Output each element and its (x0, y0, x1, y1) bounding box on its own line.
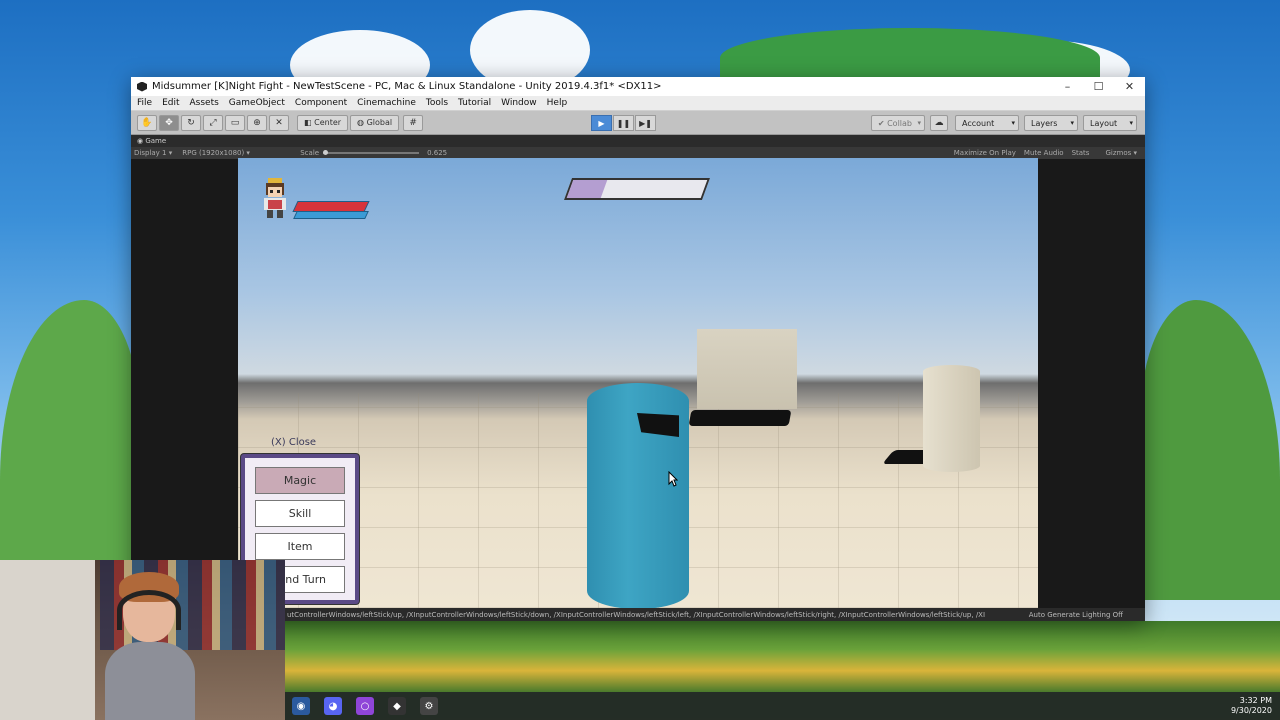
game-view-icon: ◉ (137, 137, 146, 145)
mute-audio-toggle[interactable]: Mute Audio (1024, 149, 1064, 157)
resolution-dropdown[interactable]: RPG (1920x1080) ▾ (182, 149, 290, 157)
menu-bar: File Edit Assets GameObject Component Ci… (131, 96, 1145, 111)
menu-tools[interactable]: Tools (426, 98, 448, 108)
stats-toggle[interactable]: Stats (1072, 149, 1090, 157)
maximize-button[interactable]: ☐ (1083, 80, 1114, 93)
poster (0, 560, 95, 720)
scale-slider-handle[interactable] (323, 150, 329, 155)
scale-tool-icon[interactable]: ⤢ (203, 114, 223, 131)
rect-tool-icon[interactable]: ▭ (225, 114, 245, 131)
collab-dropdown[interactable]: ✔ Collab (870, 115, 925, 131)
streamer-body (105, 642, 195, 720)
custom-tool-icon[interactable]: ✕ (269, 114, 289, 131)
gizmos-label: Gizmos (1105, 149, 1132, 157)
pivot-label: Center (314, 118, 342, 127)
mouse-cursor-icon (668, 471, 678, 487)
unity-logo-icon (137, 81, 147, 92)
pause-button[interactable]: ❚❚ (613, 115, 634, 131)
console-message[interactable]: utControllerWindows/leftStick/up, /XInpu… (287, 611, 985, 619)
menu-file[interactable]: File (137, 98, 152, 108)
hill (0, 300, 140, 600)
menu-gameobject[interactable]: GameObject (229, 98, 285, 108)
game-viewport[interactable]: (X) Close Magic Skill Item nd Turn (238, 158, 1038, 608)
check-icon: ✔ (877, 118, 888, 128)
layout-dropdown[interactable]: Layout (1083, 115, 1137, 131)
menu-cinemachine[interactable]: Cinemachine (357, 98, 416, 108)
collab-label: Collab (887, 118, 912, 128)
pivot-icon: ◧ (304, 118, 315, 127)
window-titlebar: Midsummer [K]Night Fight - NewTestScene … (131, 77, 1145, 96)
clock-time: 3:32 PM (1239, 696, 1272, 705)
close-button[interactable]: ✕ (1114, 80, 1145, 93)
taskbar: ◉ ◕ ○ ◆ ⚙ 3:32 PM 9/30/2020 (285, 692, 1280, 720)
scale-label: Scale (300, 149, 320, 157)
minimize-button[interactable]: – (1052, 80, 1083, 93)
knight-avatar-icon (264, 178, 286, 218)
unity-editor-window: Midsummer [K]Night Fight - NewTestScene … (131, 77, 1145, 621)
space-label: Global (366, 118, 393, 127)
webcam-overlay (0, 560, 285, 720)
hand-tool-icon[interactable]: ✋ (137, 114, 157, 131)
scale-slider[interactable] (323, 150, 420, 155)
item-command-button[interactable]: Item (255, 533, 345, 560)
cube-object (697, 329, 797, 409)
maximize-on-play-toggle[interactable]: Maximize On Play (954, 149, 1016, 157)
account-dropdown[interactable]: Account (955, 115, 1019, 131)
jungle-foliage (285, 621, 1280, 692)
rotate-tool-icon[interactable]: ↻ (181, 114, 201, 131)
menu-window[interactable]: Window (501, 98, 537, 108)
display-dropdown[interactable]: Display 1 ▾ (134, 149, 172, 157)
hill (1140, 300, 1280, 600)
resolution-label: RPG (1920x1080) (182, 149, 245, 157)
layers-dropdown[interactable]: Layers (1024, 115, 1078, 131)
menu-assets[interactable]: Assets (190, 98, 219, 108)
window-title: Midsummer [K]Night Fight - NewTestScene … (152, 81, 662, 92)
clock-date: 9/30/2020 (1230, 706, 1272, 715)
lighting-status: Auto Generate Lighting Off (1028, 610, 1123, 619)
play-button[interactable]: ▶ (591, 115, 612, 131)
global-space-toggle[interactable]: ◍ Global (350, 114, 400, 131)
streamer (105, 572, 195, 720)
scale-value: 0.625 (427, 149, 448, 157)
pivot-center-toggle[interactable]: ◧ Center (297, 114, 349, 131)
steam-icon[interactable]: ◉ (292, 697, 310, 715)
pillar-object (923, 365, 980, 472)
close-command-menu[interactable]: (X) Close (271, 437, 316, 448)
menu-component[interactable]: Component (295, 98, 347, 108)
mp-bar (293, 211, 369, 219)
obs-icon[interactable]: ○ (356, 697, 374, 715)
display-label: Display 1 (134, 149, 167, 157)
headphones-icon (117, 590, 181, 630)
cube-shadow (688, 410, 792, 426)
magic-command-button[interactable]: Magic (255, 467, 345, 494)
menu-edit[interactable]: Edit (162, 98, 179, 108)
discord-icon[interactable]: ◕ (324, 697, 342, 715)
cloud-icon[interactable]: ☁ (930, 115, 948, 131)
system-clock[interactable]: 3:32 PM 9/30/2020 (1231, 696, 1272, 716)
menu-help[interactable]: Help (547, 98, 568, 108)
game-tab-bar: ◉ Game (131, 135, 1145, 147)
turn-gauge-fill (566, 180, 607, 198)
unity-icon[interactable]: ◆ (388, 697, 406, 715)
grid-snap-icon[interactable]: # (403, 114, 424, 131)
turn-gauge (563, 178, 711, 200)
transform-tool-icon[interactable]: ⊕ (247, 114, 267, 131)
tab-game[interactable]: Game (145, 137, 166, 145)
gizmos-dropdown[interactable]: Gizmos ▾ (1097, 149, 1137, 157)
skill-command-button[interactable]: Skill (255, 500, 345, 527)
globe-icon: ◍ (357, 118, 367, 127)
move-tool-icon[interactable]: ✥ (159, 114, 179, 131)
step-button[interactable]: ▶❚ (635, 115, 656, 131)
main-toolbar: ✋ ✥ ↻ ⤢ ▭ ⊕ ✕ ◧ Center ◍ Global # ▶ ❚❚ ▶… (131, 111, 1145, 135)
menu-tutorial[interactable]: Tutorial (458, 98, 491, 108)
app-icon[interactable]: ⚙ (420, 697, 438, 715)
